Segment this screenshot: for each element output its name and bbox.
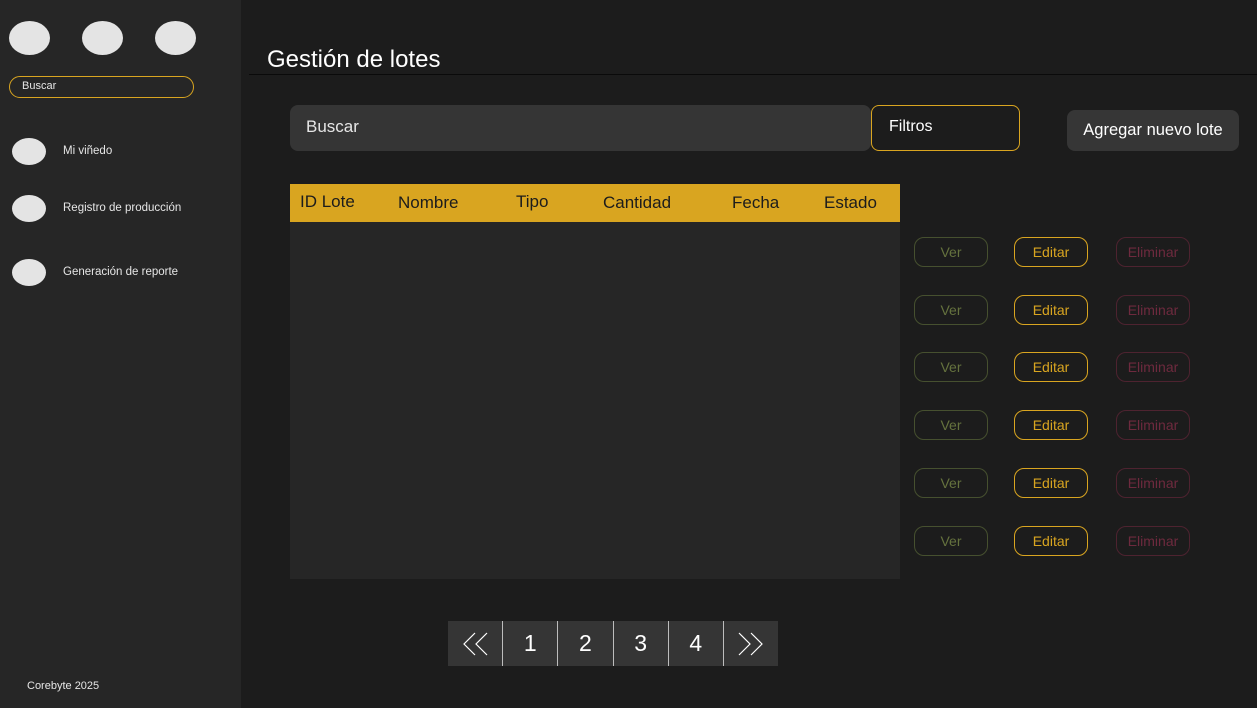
sidebar-item-label: Generación de reporte <box>63 266 179 278</box>
delete-button[interactable]: Eliminar <box>1116 410 1190 440</box>
edit-button[interactable]: Editar <box>1014 468 1088 498</box>
delete-button[interactable]: Eliminar <box>1116 295 1190 325</box>
delete-button[interactable]: Eliminar <box>1116 352 1190 382</box>
column-header[interactable]: Nombre <box>398 193 458 213</box>
sidebar-search-input[interactable]: Buscar <box>9 76 194 98</box>
page-title: Gestión de lotes <box>267 46 441 73</box>
view-button[interactable]: Ver <box>914 468 988 498</box>
filters-button[interactable]: Filtros <box>871 105 1020 151</box>
prev-page-button[interactable] <box>448 621 502 666</box>
column-header[interactable]: Estado <box>824 193 877 213</box>
nav-icon <box>12 194 46 222</box>
delete-button[interactable]: Eliminar <box>1116 468 1190 498</box>
sidebar-item-label: Mi viñedo <box>63 145 113 157</box>
table-body <box>290 222 900 579</box>
avatar-circle-3[interactable] <box>155 21 196 55</box>
column-header[interactable]: Cantidad <box>603 193 671 213</box>
edit-button[interactable]: Editar <box>1014 295 1088 325</box>
edit-button[interactable]: Editar <box>1014 352 1088 382</box>
sidebar-item-mi-vinedo[interactable]: Mi viñedo <box>12 137 112 165</box>
page-button[interactable]: 3 <box>612 621 668 666</box>
add-lot-button[interactable]: Agregar nuevo lote <box>1067 110 1239 151</box>
edit-button[interactable]: Editar <box>1014 410 1088 440</box>
column-header[interactable]: Tipo <box>516 192 548 212</box>
column-header[interactable]: Fecha <box>732 193 779 213</box>
sidebar-item-label: Registro de producción <box>63 202 182 214</box>
column-header[interactable]: ID Lote <box>300 192 355 212</box>
page-button[interactable]: 1 <box>502 621 557 666</box>
title-divider <box>249 74 1257 75</box>
search-input[interactable]: Buscar <box>290 105 871 151</box>
edit-button[interactable]: Editar <box>1014 237 1088 267</box>
edit-button[interactable]: Editar <box>1014 526 1088 556</box>
sidebar: Buscar Mi viñedo Registro de producción … <box>0 0 241 708</box>
sidebar-item-reporte[interactable]: Generación de reporte <box>12 258 178 286</box>
nav-icon <box>12 137 46 165</box>
view-button[interactable]: Ver <box>914 526 988 556</box>
view-button[interactable]: Ver <box>914 295 988 325</box>
table-header: ID Lote Nombre Tipo Cantidad Fecha Estad… <box>290 184 900 222</box>
page-button[interactable]: 4 <box>667 621 723 666</box>
nav-icon <box>12 258 46 286</box>
avatar-circle-1[interactable] <box>9 21 50 55</box>
delete-button[interactable]: Eliminar <box>1116 237 1190 267</box>
view-button[interactable]: Ver <box>914 410 988 440</box>
sidebar-item-registro[interactable]: Registro de producción <box>12 194 181 222</box>
delete-button[interactable]: Eliminar <box>1116 526 1190 556</box>
view-button[interactable]: Ver <box>914 237 988 267</box>
avatar-circle-2[interactable] <box>82 21 123 55</box>
double-chevron-left-icon <box>463 632 488 655</box>
double-chevron-right-icon <box>738 632 763 655</box>
page-button[interactable]: 2 <box>557 621 612 666</box>
footer-copyright: Corebyte 2025 <box>27 680 100 692</box>
next-page-button[interactable] <box>722 621 778 666</box>
pagination: 1 2 3 4 <box>448 621 778 666</box>
view-button[interactable]: Ver <box>914 352 988 382</box>
